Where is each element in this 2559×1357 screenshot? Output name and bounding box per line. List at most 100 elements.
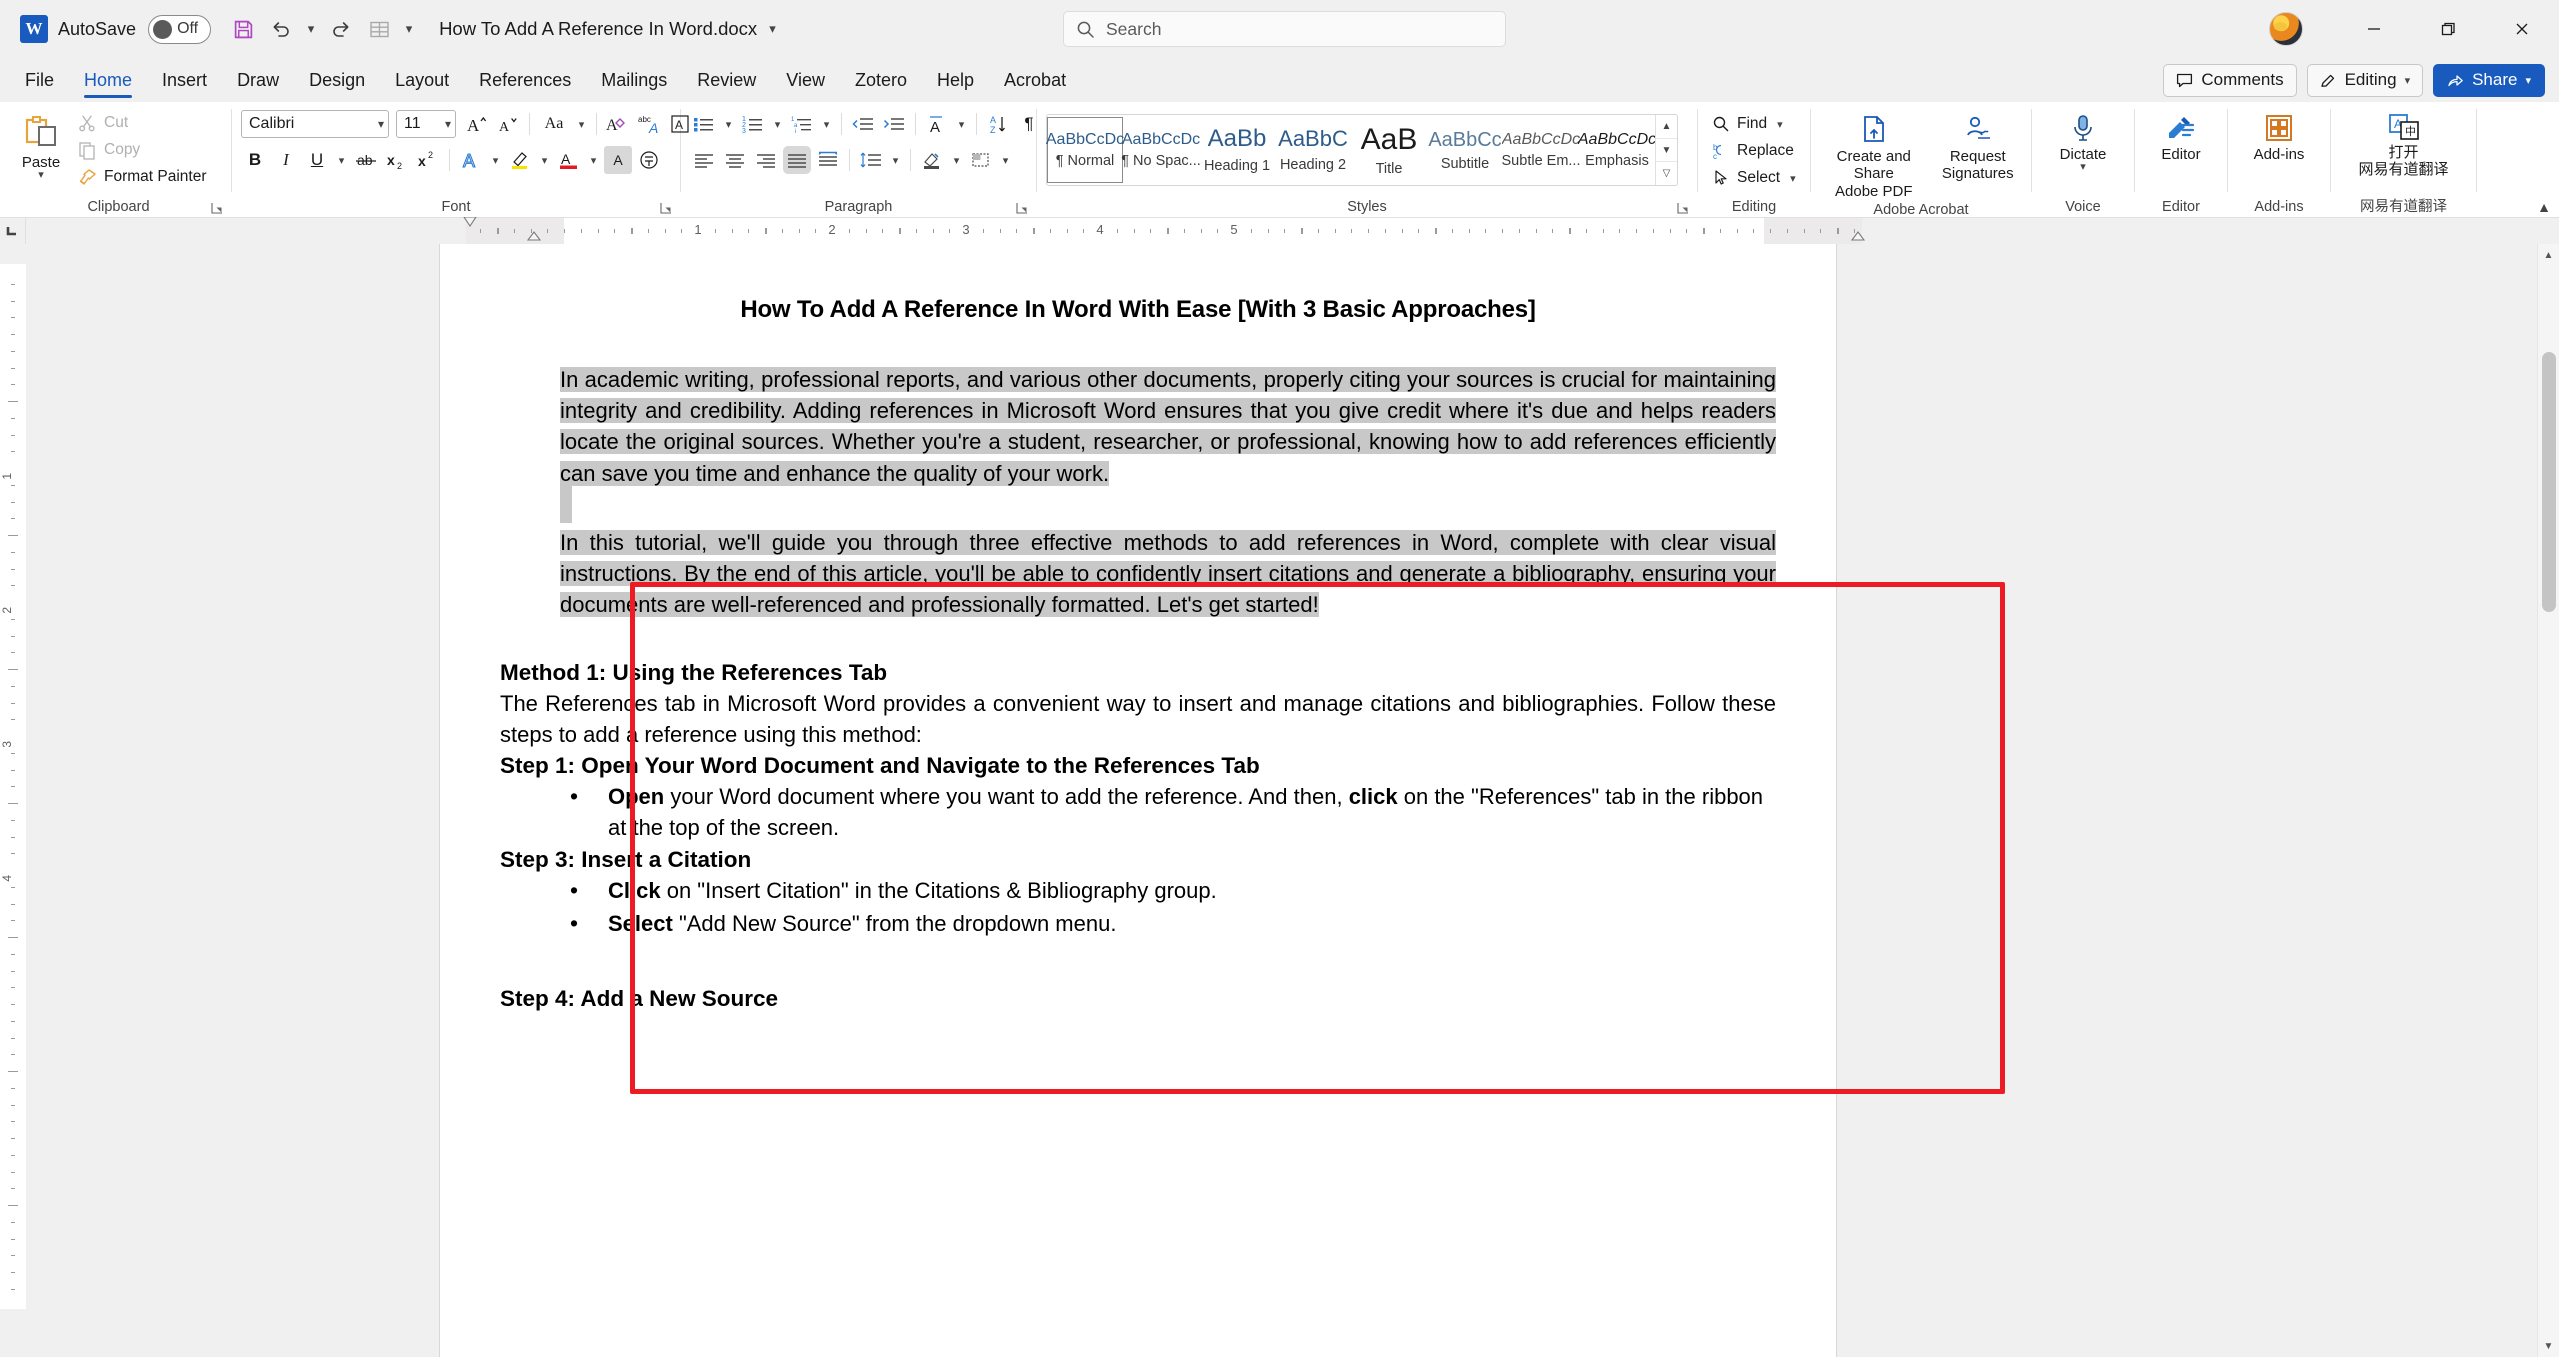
style-item-emphasis[interactable]: AaBbCcDc Emphasis: [1578, 117, 1656, 183]
font-dialog-launcher-icon[interactable]: [659, 201, 674, 216]
sort-icon[interactable]: AZ: [984, 110, 1012, 138]
find-button[interactable]: Find ▾: [1707, 111, 1788, 137]
shading-chevron-down-icon[interactable]: ▾: [949, 146, 964, 174]
numbering-chevron-down-icon[interactable]: ▾: [770, 110, 785, 138]
distributed-icon[interactable]: [814, 146, 842, 174]
align-center-icon[interactable]: [721, 146, 749, 174]
font-name-chevron-down-icon[interactable]: ▾: [370, 117, 384, 131]
request-signatures-button[interactable]: Request Signatures: [1934, 110, 2022, 183]
document-title[interactable]: How To Add A Reference In Word.docx: [439, 18, 757, 40]
change-case-icon[interactable]: Aa: [537, 110, 571, 138]
change-case-chevron-down-icon[interactable]: ▾: [574, 110, 589, 138]
font-size-combo[interactable]: 11 ▾: [396, 110, 456, 138]
editing-chevron-down-icon[interactable]: ▾: [2405, 74, 2411, 87]
tab-file[interactable]: File: [10, 58, 69, 102]
avatar[interactable]: [2269, 12, 2303, 46]
tab-insert[interactable]: Insert: [147, 58, 222, 102]
editing-mode-button[interactable]: Editing ▾: [2306, 63, 2424, 97]
borders-icon[interactable]: [967, 146, 995, 174]
vertical-ruler-track[interactable]: 1 2 3 4: [0, 264, 26, 1309]
ruler-corner-tab-selector[interactable]: [0, 218, 26, 244]
styles-scroll-up-icon[interactable]: ▲: [1656, 115, 1677, 138]
copy-button[interactable]: Copy: [73, 137, 212, 163]
tab-acrobat[interactable]: Acrobat: [989, 58, 1081, 102]
style-item-heading-1[interactable]: AaBb Heading 1: [1199, 117, 1275, 183]
increase-indent-icon[interactable]: [880, 110, 908, 138]
undo-icon[interactable]: [263, 11, 299, 47]
share-chevron-down-icon[interactable]: ▾: [2525, 74, 2531, 87]
autosave-toggle[interactable]: Off: [148, 14, 212, 44]
align-right-icon[interactable]: [752, 146, 780, 174]
close-icon[interactable]: [2485, 0, 2559, 58]
scroll-down-icon[interactable]: ▼: [2538, 1335, 2559, 1357]
multilevel-chevron-down-icon[interactable]: ▾: [819, 110, 834, 138]
style-item-no-spacing[interactable]: AaBbCcDc ¶ No Spac...: [1121, 117, 1201, 183]
customize-quick-access-chevron-down-icon[interactable]: ▾: [399, 11, 419, 47]
style-item-subtitle[interactable]: AaBbCc Subtitle: [1427, 117, 1503, 183]
line-spacing-chevron-down-icon[interactable]: ▾: [888, 146, 903, 174]
grow-font-icon[interactable]: A: [463, 110, 491, 138]
highlight-icon[interactable]: [506, 146, 534, 174]
asian-layout-chevron-down-icon[interactable]: ▾: [954, 110, 969, 138]
asian-layout-icon[interactable]: A: [923, 110, 951, 138]
character-shading-icon[interactable]: A: [604, 146, 632, 174]
align-left-icon[interactable]: [690, 146, 718, 174]
decrease-indent-icon[interactable]: [849, 110, 877, 138]
dictate-button[interactable]: Dictate ▾: [2054, 110, 2113, 173]
superscript-icon[interactable]: x2: [414, 146, 442, 174]
restore-icon[interactable]: [2411, 0, 2485, 58]
more-styles-icon[interactable]: ▽: [1656, 161, 1677, 185]
paragraph-dialog-launcher-icon[interactable]: [1015, 201, 1030, 216]
italic-button[interactable]: I: [272, 146, 300, 174]
highlight-chevron-down-icon[interactable]: ▾: [537, 146, 552, 174]
style-item-heading-2[interactable]: AaBbC Heading 2: [1275, 117, 1351, 183]
phonetic-guide-icon[interactable]: abc A: [635, 110, 663, 138]
bullets-chevron-down-icon[interactable]: ▾: [721, 110, 736, 138]
editor-button[interactable]: Editor: [2155, 110, 2207, 163]
numbering-icon[interactable]: 123: [739, 110, 767, 138]
document-page[interactable]: How To Add A Reference In Word With Ease…: [440, 244, 1836, 1357]
underline-chevron-down-icon[interactable]: ▾: [334, 146, 349, 174]
tab-design[interactable]: Design: [294, 58, 380, 102]
borders-chevron-down-icon[interactable]: ▾: [998, 146, 1013, 174]
subscript-icon[interactable]: x2: [383, 146, 411, 174]
clear-formatting-icon[interactable]: A: [604, 110, 632, 138]
left-indent-top-marker[interactable]: [460, 217, 480, 229]
hanging-indent-marker[interactable]: [524, 231, 544, 245]
font-size-chevron-down-icon[interactable]: ▾: [437, 117, 451, 131]
line-spacing-icon[interactable]: [857, 146, 885, 174]
scroll-up-icon[interactable]: ▲: [2538, 244, 2559, 266]
vertical-scrollbar[interactable]: ▲ ▼: [2537, 244, 2559, 1357]
style-item-normal[interactable]: AaBbCcDc ¶ Normal: [1046, 117, 1124, 183]
dictate-chevron-down-icon[interactable]: ▾: [2080, 162, 2086, 173]
tab-references[interactable]: References: [464, 58, 586, 102]
create-and-share-adobe-pdf-button[interactable]: Create and Share Adobe PDF: [1820, 110, 1928, 200]
right-indent-marker[interactable]: [1848, 231, 1868, 245]
document-canvas[interactable]: How To Add A Reference In Word With Ease…: [26, 244, 2559, 1357]
share-button[interactable]: Share ▾: [2433, 63, 2545, 97]
youdao-open-button[interactable]: A中 打开 网易有道翻译: [2339, 110, 2469, 179]
justify-icon[interactable]: [783, 146, 811, 174]
paste-chevron-down-icon[interactable]: ▾: [38, 170, 44, 181]
vertical-ruler[interactable]: 1 2 3 4: [0, 244, 26, 1357]
add-ins-button[interactable]: Add-ins: [2248, 110, 2311, 163]
comments-button[interactable]: Comments: [2163, 63, 2297, 97]
replace-button[interactable]: bc Replace: [1707, 138, 1799, 164]
undo-chevron-down-icon[interactable]: ▾: [301, 11, 321, 47]
enclose-characters-icon[interactable]: [635, 146, 663, 174]
styles-dialog-launcher-icon[interactable]: [1676, 201, 1691, 216]
format-painter-button[interactable]: Format Painter: [73, 164, 212, 190]
minimize-icon[interactable]: [2337, 0, 2411, 58]
font-color-icon[interactable]: A: [555, 146, 583, 174]
cut-button[interactable]: Cut: [73, 110, 212, 136]
find-chevron-down-icon[interactable]: ▾: [1777, 118, 1783, 131]
shrink-font-icon[interactable]: A: [494, 110, 522, 138]
select-chevron-down-icon[interactable]: ▾: [1790, 172, 1796, 185]
collapse-ribbon-icon[interactable]: ▲: [2537, 199, 2551, 215]
save-icon[interactable]: [225, 11, 261, 47]
tab-home[interactable]: Home: [69, 58, 147, 102]
redo-icon[interactable]: [323, 11, 359, 47]
styles-scroll-down-icon[interactable]: ▼: [1656, 137, 1677, 162]
style-item-subtle-emphasis[interactable]: AaBbCcDc Subtle Em...: [1502, 117, 1581, 183]
bold-button[interactable]: B: [241, 146, 269, 174]
